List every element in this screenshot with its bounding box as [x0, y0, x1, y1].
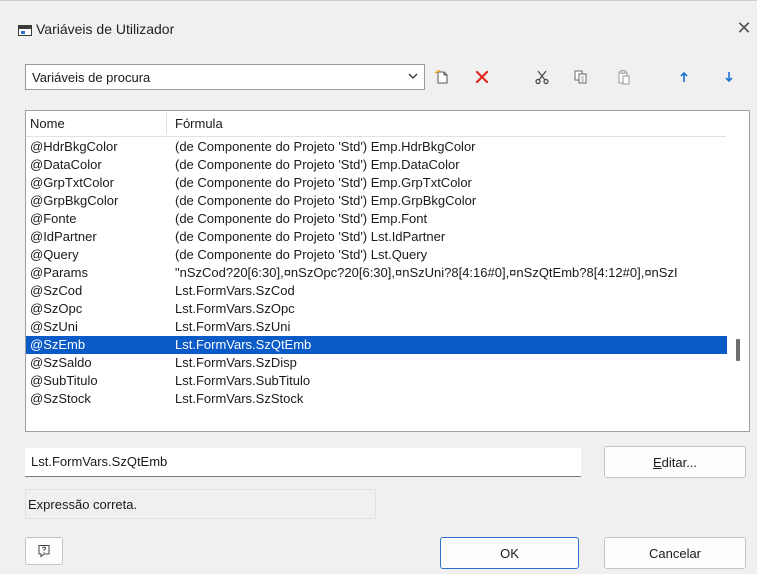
- move-up-button[interactable]: [672, 66, 696, 88]
- header-divider[interactable]: [166, 113, 167, 134]
- table-row[interactable]: @Params "nSzCod?20[6:30],¤nSzOpc?20[6:30]…: [26, 264, 727, 282]
- cancel-button[interactable]: Cancelar: [604, 537, 746, 569]
- row-formula: Lst.FormVars.SubTitulo: [175, 373, 311, 388]
- table-row[interactable]: @SzOpc Lst.FormVars.SzOpc: [26, 300, 727, 318]
- help-icon: [38, 545, 50, 558]
- window-icon: [18, 25, 32, 36]
- row-formula: (de Componente do Projeto 'Std') Emp.Grp…: [175, 193, 477, 208]
- row-formula: Lst.FormVars.SzQtEmb: [175, 337, 312, 352]
- row-name: @SzSaldo: [30, 355, 92, 370]
- row-name: @SzEmb: [30, 337, 86, 352]
- cut-icon: [535, 70, 549, 85]
- row-name: @GrpTxtColor: [30, 175, 114, 190]
- table-row[interactable]: @IdPartner (de Componente do Projeto 'Std…: [26, 228, 727, 246]
- help-button[interactable]: [25, 537, 63, 565]
- row-name: @GrpBkgColor: [30, 193, 119, 208]
- table-row[interactable]: @HdrBkgColor (de Componente do Projeto 'S…: [26, 138, 727, 156]
- variables-combo[interactable]: Variáveis de procura: [25, 64, 425, 90]
- row-formula: (de Componente do Projeto 'Std') Lst.Que…: [175, 247, 428, 262]
- close-icon[interactable]: ✕: [733, 17, 755, 39]
- table-row[interactable]: @SzSaldo Lst.FormVars.SzDisp: [26, 354, 727, 372]
- row-name: @IdPartner: [30, 229, 97, 244]
- combo-value: Variáveis de procura: [32, 70, 151, 85]
- variables-list[interactable]: Nome Fórmula @HdrBkgColor (de Componente …: [25, 110, 750, 432]
- move-down-button[interactable]: [717, 66, 741, 88]
- list-header: Nome Fórmula: [26, 111, 726, 137]
- cut-button[interactable]: [530, 66, 554, 88]
- row-formula: Lst.FormVars.SzStock: [175, 391, 304, 406]
- paste-button[interactable]: [612, 66, 636, 88]
- table-row[interactable]: @GrpTxtColor (de Componente do Projeto 'S…: [26, 174, 727, 192]
- row-formula: Lst.FormVars.SzOpc: [175, 301, 295, 316]
- copy-icon: [574, 70, 587, 84]
- row-formula: Lst.FormVars.SzCod: [175, 283, 295, 298]
- edit-button[interactable]: Editar...: [604, 446, 746, 478]
- delete-icon: [475, 70, 489, 84]
- chevron-down-icon[interactable]: [406, 69, 420, 83]
- row-formula: (de Componente do Projeto 'Std') Emp.Fon…: [175, 211, 428, 226]
- vertical-scrollbar[interactable]: [727, 111, 749, 431]
- row-name: @HdrBkgColor: [30, 139, 118, 154]
- row-name: @SubTitulo: [30, 373, 98, 388]
- header-formula[interactable]: Fórmula: [175, 116, 223, 131]
- arrow-down-icon: [725, 72, 733, 83]
- row-name: @SzOpc: [30, 301, 83, 316]
- formula-field-value: Lst.FormVars.SzQtEmb: [31, 454, 168, 469]
- row-formula: (de Componente do Projeto 'Std') Emp.Grp…: [175, 175, 472, 190]
- formula-field[interactable]: Lst.FormVars.SzQtEmb: [25, 448, 581, 477]
- table-row[interactable]: @SubTitulo Lst.FormVars.SubTitulo: [26, 372, 727, 390]
- new-item-button[interactable]: [430, 66, 454, 88]
- row-name: @SzCod: [30, 283, 83, 298]
- arrow-up-icon: [680, 71, 688, 82]
- delete-button[interactable]: [470, 66, 494, 88]
- row-name: @Query: [30, 247, 79, 262]
- table-row[interactable]: @GrpBkgColor (de Componente do Projeto 'S…: [26, 192, 727, 210]
- row-formula: (de Componente do Projeto 'Std') Emp.Hdr…: [175, 139, 476, 154]
- row-formula: "nSzCod?20[6:30],¤nSzOpc?20[6:30],¤nSzUn…: [175, 265, 678, 280]
- row-name: @DataColor: [30, 157, 102, 172]
- new-item-icon: [434, 69, 448, 84]
- row-formula: (de Componente do Projeto 'Std') Emp.Dat…: [175, 157, 460, 172]
- paste-icon: [618, 70, 630, 85]
- table-row[interactable]: @SzCod Lst.FormVars.SzCod: [26, 282, 727, 300]
- row-formula: Lst.FormVars.SzUni: [175, 319, 291, 334]
- row-name: @SzUni: [30, 319, 78, 334]
- status-text: Expressão correta.: [28, 497, 138, 512]
- ok-button[interactable]: OK: [440, 537, 579, 569]
- copy-button[interactable]: [569, 66, 593, 88]
- table-row[interactable]: @Query (de Componente do Projeto 'Std') L…: [26, 246, 727, 264]
- scrollbar-thumb[interactable]: [736, 339, 740, 361]
- status-box: Expressão correta.: [25, 489, 376, 519]
- edit-button-label: Editar...: [652, 454, 698, 470]
- row-name: @Params: [30, 265, 88, 280]
- table-row[interactable]: @SzStock Lst.FormVars.SzStock: [26, 390, 727, 408]
- row-name: @Fonte: [30, 211, 77, 226]
- table-row[interactable]: @Fonte (de Componente do Projeto 'Std') E…: [26, 210, 727, 228]
- header-name[interactable]: Nome: [30, 116, 65, 131]
- title-bar: Variáveis de Utilizador ✕: [0, 0, 757, 48]
- table-row[interactable]: @SzEmb Lst.FormVars.SzQtEmb: [26, 336, 727, 354]
- row-name: @SzStock: [30, 391, 91, 406]
- row-formula: Lst.FormVars.SzDisp: [175, 355, 297, 370]
- row-formula: (de Componente do Projeto 'Std') Lst.IdP…: [175, 229, 446, 244]
- window-title: Variáveis de Utilizador: [36, 21, 175, 37]
- table-row[interactable]: @DataColor (de Componente do Projeto 'Std…: [26, 156, 727, 174]
- table-row[interactable]: @SzUni Lst.FormVars.SzUni: [26, 318, 727, 336]
- list-rows: @HdrBkgColor (de Componente do Projeto 'S…: [26, 138, 727, 408]
